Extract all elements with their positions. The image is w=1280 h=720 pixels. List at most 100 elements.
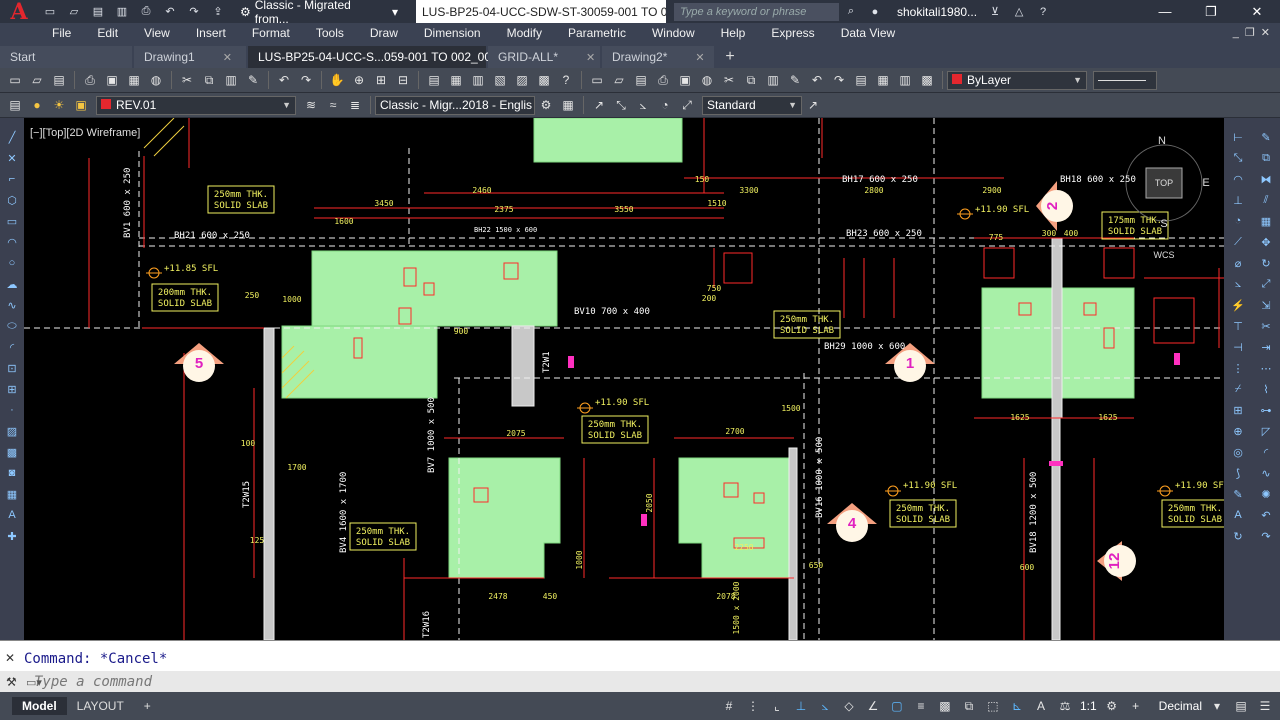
dim-break-icon[interactable]: ⌿ [1229, 380, 1247, 398]
save-as-icon[interactable]: ▥ [112, 4, 132, 20]
close-icon[interactable]: ✕ [695, 51, 704, 64]
cut-icon[interactable]: ✂ [720, 71, 738, 89]
tab-start[interactable]: Start [0, 46, 132, 68]
redo-icon[interactable]: ↷ [1257, 527, 1275, 545]
binoculars-icon[interactable]: ⌕ [841, 4, 861, 20]
tolerance-icon[interactable]: ⊞ [1229, 401, 1247, 419]
plot-icon[interactable]: ⎙ [136, 4, 156, 20]
ellipse-arc-icon[interactable]: ◜ [3, 338, 21, 356]
preview-icon[interactable]: ▣ [103, 71, 121, 89]
tool-palettes-icon[interactable]: ▥ [469, 71, 487, 89]
tool-palettes-icon[interactable]: ▥ [896, 71, 914, 89]
gradient-icon[interactable]: ▩ [3, 443, 21, 461]
center-mark-icon[interactable]: ⊕ [1229, 422, 1247, 440]
compass-north-label[interactable]: N [1158, 135, 1166, 147]
tab-grid-all[interactable]: GRID-ALL* ✕ [488, 46, 600, 68]
gear-icon[interactable]: ⚙ [537, 96, 555, 114]
lock-icon[interactable]: ▣ [72, 96, 90, 114]
table-icon[interactable]: ▦ [3, 485, 21, 503]
zoom-realtime-icon[interactable]: ⊕ [350, 71, 368, 89]
layout-tab[interactable]: LAYOUT [67, 697, 134, 715]
autocad-logo-icon[interactable]: A [0, 0, 38, 25]
rotate-icon[interactable]: ↻ [1257, 254, 1275, 272]
units-value[interactable]: Decimal [1159, 699, 1202, 713]
isodraft-icon[interactable]: ◇ [840, 697, 858, 715]
mtext-icon[interactable]: A [3, 506, 21, 524]
close-button[interactable]: ✕ [1234, 0, 1280, 23]
menu-draw[interactable]: Draw [358, 26, 412, 40]
selection-cycling-icon[interactable]: ⧉ [960, 697, 978, 715]
annotation-scale-icon[interactable]: ⚖ [1056, 697, 1074, 715]
fillet-icon[interactable]: ◜ [1257, 443, 1275, 461]
chamfer-icon[interactable]: ◸ [1257, 422, 1275, 440]
a360-icon[interactable]: △ [1009, 4, 1029, 20]
menu-modify[interactable]: Modify [495, 26, 556, 40]
lineweight-icon[interactable]: ≡ [912, 697, 930, 715]
dim-aligned-icon[interactable]: ⤡ [612, 96, 630, 114]
make-block-icon[interactable]: ⊞ [3, 380, 21, 398]
viewport-label[interactable]: [−][Top][2D Wireframe] [30, 127, 140, 139]
drawing-canvas[interactable]: [−][Top][2D Wireframe] 250mm THK. SOLID … [24, 118, 1224, 640]
dim-continue-icon[interactable]: ⊣ [1229, 338, 1247, 356]
menu-tools[interactable]: Tools [304, 26, 358, 40]
linetype-select[interactable] [1093, 70, 1157, 90]
layer-state-icon[interactable]: ≣ [346, 96, 364, 114]
help-icon[interactable]: ? [557, 71, 575, 89]
add-layout-button[interactable]: + [134, 697, 161, 715]
paste-icon[interactable]: ▥ [764, 71, 782, 89]
menu-view[interactable]: View [132, 26, 184, 40]
new-file-icon[interactable]: ▭ [40, 4, 60, 20]
drawing-svg[interactable]: [−][Top][2D Wireframe] 250mm THK. SOLID … [24, 118, 1224, 640]
mirror-icon[interactable]: ⧓ [1257, 170, 1275, 188]
ellipse-icon[interactable]: ⬭ [3, 317, 21, 335]
point-icon[interactable]: · [3, 401, 21, 419]
paste-icon[interactable]: ▥ [222, 71, 240, 89]
annotation-visibility-icon[interactable]: A [1032, 697, 1050, 715]
dim-style-select[interactable]: Standard ▼ [702, 95, 802, 115]
workspace-select[interactable]: ⚙ Classic - Migrated from... ▾ [234, 0, 404, 26]
add-selected-icon[interactable]: ✚ [3, 527, 21, 545]
zoom-previous-icon[interactable]: ⊟ [394, 71, 412, 89]
chevron-down-icon[interactable]: ▾ [1208, 697, 1226, 715]
undo-icon[interactable]: ↶ [275, 71, 293, 89]
pan-icon[interactable]: ✋ [328, 71, 346, 89]
dim-angular-icon[interactable]: ⦣ [634, 96, 652, 114]
text-style-select[interactable]: Classic - Migr...2018 - Englis ▼ [375, 95, 535, 115]
dim-continue-icon[interactable]: ⤢ [678, 96, 696, 114]
dim-update-icon[interactable]: ↻ [1229, 527, 1247, 545]
user-icon[interactable]: ● [865, 4, 885, 20]
array-icon[interactable]: ▦ [1257, 212, 1275, 230]
design-center-icon[interactable]: ▦ [447, 71, 465, 89]
compass-south-label[interactable]: S [1160, 218, 1167, 230]
command-input-row[interactable]: ⚒ ▭▾ Type a command [0, 671, 1280, 693]
match-properties-icon[interactable]: ✎ [786, 71, 804, 89]
model-tab[interactable]: Model [12, 697, 67, 715]
command-input[interactable]: Type a command [34, 674, 152, 690]
layer-previous-icon[interactable]: ≈ [324, 96, 342, 114]
blend-icon[interactable]: ∿ [1257, 464, 1275, 482]
dim-linear-icon[interactable]: ⊢ [1229, 128, 1247, 146]
snap-icon[interactable]: ⋮ [744, 697, 762, 715]
dim-ordinate-icon[interactable]: ⊥ [1229, 191, 1247, 209]
stretch-icon[interactable]: ⇲ [1257, 296, 1275, 314]
layer-select[interactable]: REV.01 ▼ [96, 95, 296, 115]
tab-drawing1[interactable]: Drawing1 ✕ [134, 46, 246, 68]
explode-icon[interactable]: ✺ [1257, 485, 1275, 503]
offset-icon[interactable]: ⫽ [1257, 191, 1275, 209]
preview-icon[interactable]: ▣ [676, 71, 694, 89]
customize-icon[interactable]: ⚒ [6, 675, 17, 689]
close-icon[interactable]: ✕ [586, 51, 595, 64]
dim-aligned-icon[interactable]: ⤡ [1229, 149, 1247, 167]
minimize-button[interactable]: — [1142, 0, 1188, 23]
rectangle-icon[interactable]: ▭ [3, 212, 21, 230]
copy-icon[interactable]: ⧉ [1257, 149, 1275, 167]
menu-insert[interactable]: Insert [184, 26, 240, 40]
calculator-icon[interactable]: ▩ [918, 71, 936, 89]
undo-icon[interactable]: ↶ [1257, 506, 1275, 524]
close-icon[interactable]: ✕ [223, 51, 232, 64]
scale-icon[interactable]: ⤢ [1257, 275, 1275, 293]
workspace-switch-icon[interactable]: ⚙ [1103, 697, 1121, 715]
dim-linear-icon[interactable]: ↗ [590, 96, 608, 114]
jogged-linear-icon[interactable]: ⟆ [1229, 464, 1247, 482]
break-point-icon[interactable]: ⋯ [1257, 359, 1275, 377]
